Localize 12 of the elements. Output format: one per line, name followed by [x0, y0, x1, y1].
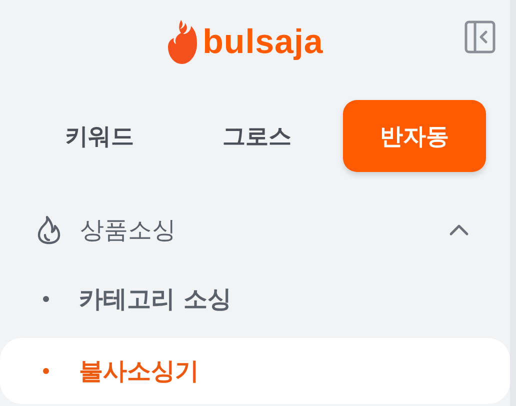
flame-icon: [36, 215, 62, 245]
bullet-icon: [43, 368, 49, 374]
bullet-icon: [43, 296, 49, 302]
tab[interactable]: 반자동: [342, 100, 486, 172]
tab[interactable]: 키워드: [28, 100, 172, 172]
logo-text: bulsaja: [202, 22, 324, 62]
tab[interactable]: 그로스: [185, 100, 329, 172]
chevron-icon: [448, 223, 470, 237]
menu-section-header[interactable]: 상품소싱: [0, 194, 510, 266]
menu-item[interactable]: 카테고리 소싱: [0, 266, 510, 332]
menu-item[interactable]: 불사소싱기: [0, 338, 510, 404]
flame-icon: [166, 18, 197, 66]
